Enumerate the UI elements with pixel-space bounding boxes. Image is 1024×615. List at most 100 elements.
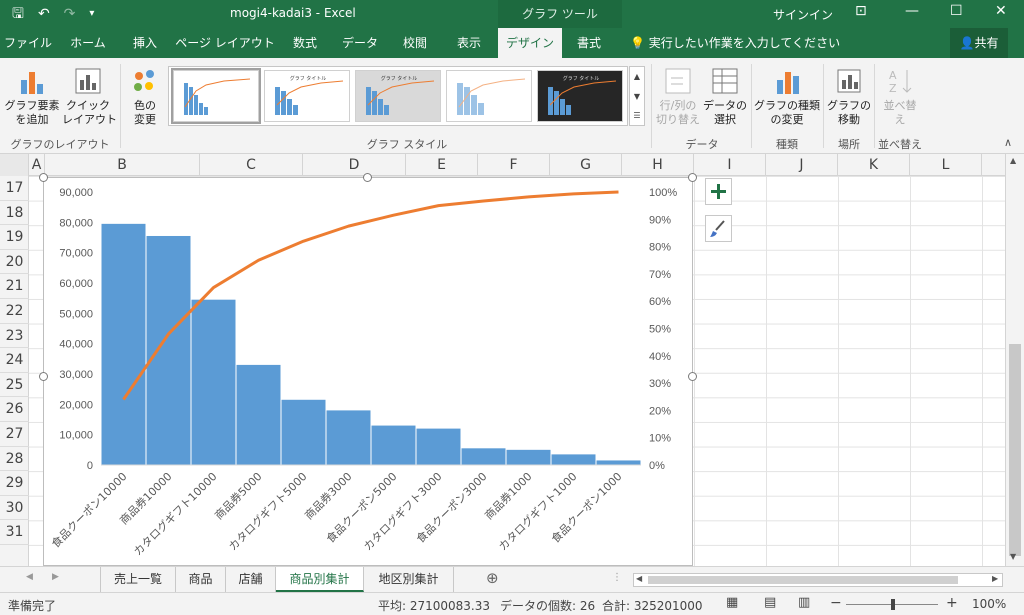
chart-styles-button[interactable] [705, 215, 732, 242]
scroll-right-icon[interactable]: ▶ [992, 574, 998, 583]
row-header[interactable]: 31 [0, 520, 29, 545]
scroll-down-icon[interactable]: ▼ [1010, 552, 1016, 561]
gallery-down-icon[interactable]: ▼ [630, 87, 644, 107]
minimize-icon[interactable]: — [905, 3, 919, 19]
tab-splitter-icon[interactable]: ⋮ [612, 572, 622, 583]
undo-icon[interactable]: ↶ [38, 4, 50, 24]
sheet-tab-active[interactable]: 商品別集計 [276, 567, 364, 592]
gallery-up-icon[interactable]: ▲ [630, 67, 644, 87]
row-header[interactable]: 22 [0, 299, 29, 324]
row-header[interactable]: 27 [0, 422, 29, 447]
tab-review[interactable]: 校閲 [392, 28, 438, 58]
scroll-thumb[interactable] [1009, 344, 1021, 556]
column-header[interactable]: K [838, 154, 910, 176]
chart-style-1[interactable] [171, 68, 261, 124]
tell-me-search[interactable]: 💡 実行したい作業を入力してください [630, 28, 840, 58]
chart-elements-button[interactable] [705, 178, 732, 205]
row-header[interactable]: 19 [0, 225, 29, 250]
column-header[interactable]: C [200, 154, 303, 176]
vertical-scrollbar[interactable]: ▲ ▼ [1005, 154, 1024, 566]
row-header[interactable]: 18 [0, 201, 29, 226]
chart-style-3[interactable]: グラフ タイトル [355, 70, 441, 122]
ribbon-display-icon[interactable]: ⊡ [855, 3, 867, 19]
resize-handle[interactable] [363, 173, 372, 182]
chart-style-2[interactable]: グラフ タイトル [264, 70, 350, 122]
prev-sheet-icon[interactable]: ◀ [26, 572, 33, 582]
move-chart-button[interactable]: グラフの 移動 [826, 66, 872, 127]
sheet-tab[interactable]: 地区別集計 [364, 567, 454, 592]
sheet-tab[interactable]: 商品 [176, 567, 226, 592]
row-header[interactable]: 24 [0, 348, 29, 373]
page-break-view-icon[interactable]: ▥ [798, 595, 810, 610]
column-header[interactable]: E [406, 154, 478, 176]
normal-view-icon[interactable]: ▦ [726, 595, 738, 610]
next-sheet-icon[interactable]: ▶ [52, 572, 59, 582]
change-chart-type-button[interactable]: グラフの種類 の変更 [754, 66, 820, 127]
tab-view[interactable]: 表示 [446, 28, 492, 58]
resize-handle[interactable] [39, 173, 48, 182]
share-button[interactable]: 👤共有 [950, 28, 1008, 58]
tab-file[interactable]: ファイル [0, 28, 56, 58]
resize-handle[interactable] [688, 372, 697, 381]
row-header[interactable]: 29 [0, 471, 29, 496]
tab-home[interactable]: ホーム [60, 28, 116, 58]
tab-design[interactable]: デザイン [498, 28, 562, 58]
row-header[interactable]: 28 [0, 447, 29, 472]
scroll-up-icon[interactable]: ▲ [1010, 156, 1016, 165]
column-header[interactable]: F [478, 154, 550, 176]
zoom-out-icon[interactable]: − [830, 595, 842, 611]
bar [461, 448, 506, 465]
zoom-in-icon[interactable]: + [946, 595, 958, 611]
resize-handle[interactable] [39, 372, 48, 381]
sort-button[interactable]: AZ 並べ替 え [877, 66, 923, 127]
row-header[interactable]: 17 [0, 176, 29, 201]
pareto-chart[interactable]: 0 10,000 20,000 30,000 40,000 50,000 60,000 70,… [43, 177, 693, 566]
resize-handle[interactable] [688, 173, 697, 182]
column-header[interactable]: J [766, 154, 838, 176]
column-header[interactable]: H [622, 154, 694, 176]
redo-icon[interactable]: ↷ [64, 4, 76, 24]
save-icon[interactable]: 🖫 [12, 4, 24, 24]
tab-data[interactable]: データ [334, 28, 386, 58]
row-header[interactable]: 23 [0, 324, 29, 349]
scroll-left-icon[interactable]: ◀ [636, 574, 642, 583]
maximize-icon[interactable]: ☐ [950, 3, 963, 19]
column-header[interactable]: G [550, 154, 622, 176]
tab-insert[interactable]: 挿入 [120, 28, 170, 58]
row-header[interactable]: 20 [0, 250, 29, 275]
sheet-tab[interactable]: 売上一覧 [100, 567, 176, 592]
row-header[interactable]: 26 [0, 397, 29, 422]
customize-qat-icon[interactable]: ▾ [89, 4, 94, 24]
row-header[interactable]: 21 [0, 274, 29, 299]
zoom-level[interactable]: 100% [972, 597, 1006, 611]
zoom-slider-thumb[interactable] [891, 599, 895, 610]
select-all-corner[interactable] [0, 154, 29, 176]
signin-link[interactable]: サインイン [773, 6, 833, 23]
horizontal-scrollbar[interactable]: ◀ ▶ [633, 573, 1003, 587]
tab-format[interactable]: 書式 [566, 28, 612, 58]
switch-row-column-button[interactable]: 行/列の 切り替え [655, 66, 701, 127]
chart-style-5[interactable]: グラフ タイトル [537, 70, 623, 122]
chart-style-4[interactable] [446, 70, 532, 122]
row-header[interactable]: 25 [0, 373, 29, 398]
gallery-more-icon[interactable]: ☰ [630, 107, 644, 125]
close-icon[interactable]: ✕ [995, 3, 1007, 19]
y2-tick-label: 40% [649, 351, 671, 363]
column-header[interactable]: L [910, 154, 982, 176]
add-chart-element-button[interactable]: グラフ要素 を追加 [4, 66, 60, 127]
add-sheet-icon[interactable]: ⊕ [486, 569, 499, 587]
page-layout-view-icon[interactable]: ▤ [764, 595, 776, 610]
tab-page-layout[interactable]: ページ レイアウト [175, 28, 275, 58]
column-header[interactable]: I [694, 154, 766, 176]
quick-layout-button[interactable]: クイック レイアウト [62, 66, 117, 127]
tab-formulas[interactable]: 数式 [282, 28, 328, 58]
sheet-tab[interactable]: 店舗 [226, 567, 276, 592]
column-header[interactable]: B [45, 154, 200, 176]
hscroll-thumb[interactable] [648, 576, 958, 584]
collapse-ribbon-icon[interactable]: ∧ [1004, 136, 1012, 149]
select-data-button[interactable]: データの 選択 [702, 66, 748, 127]
gallery-scroll[interactable]: ▲ ▼ ☰ [629, 66, 645, 126]
change-colors-button[interactable]: 色の 変更 [124, 66, 166, 127]
row-header[interactable]: 30 [0, 496, 29, 521]
column-header[interactable]: D [303, 154, 406, 176]
